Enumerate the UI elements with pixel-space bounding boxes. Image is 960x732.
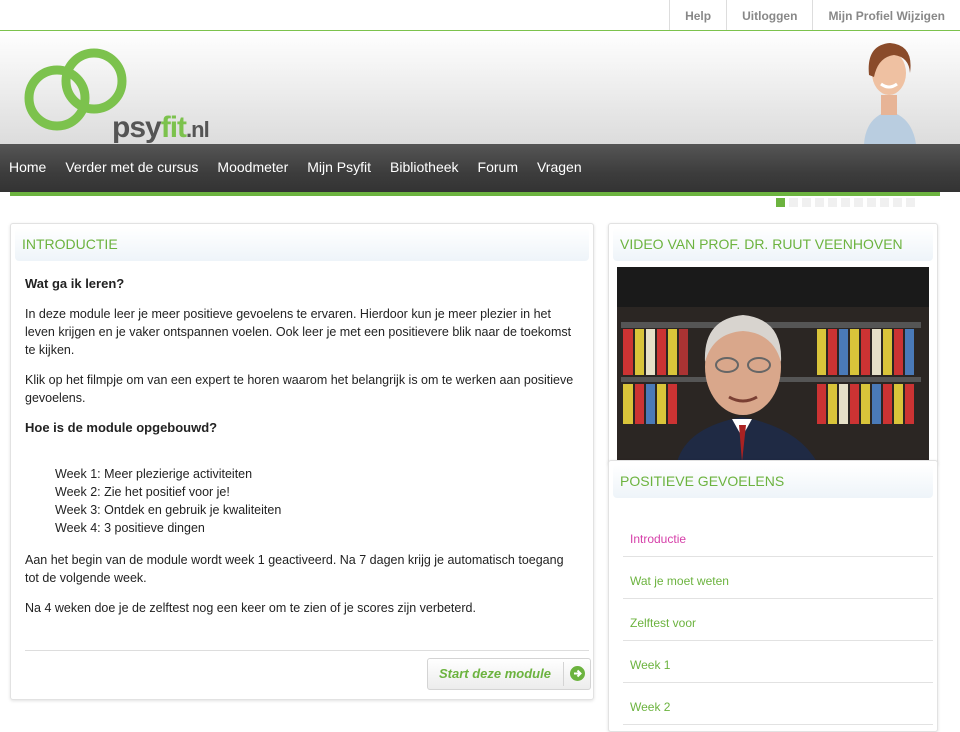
panel-title: INTRODUCTIE	[15, 228, 589, 261]
week-list: Week 1: Meer plezierige activiteiten Wee…	[55, 465, 580, 537]
menu-item-week-1[interactable]: Week 1	[623, 641, 933, 683]
menu-item-what-to-know[interactable]: Wat je moet weten	[623, 557, 933, 599]
menu-item-week-2[interactable]: Week 2	[623, 683, 933, 725]
week-item: Week 1: Meer plezierige activiteiten	[55, 467, 253, 481]
progress-dot	[841, 198, 850, 207]
logo-fit: fit	[160, 111, 187, 144]
introduction-panel: INTRODUCTIE Wat ga ik leren? In deze mod…	[10, 223, 594, 700]
intro-paragraph-2: Klik op het filmpje om van een expert te…	[25, 373, 574, 405]
panel-title: POSITIEVE GEVOELENS	[613, 465, 933, 498]
psyfit-logo[interactable]: psyfit.nl	[22, 41, 222, 144]
woman-photo	[854, 37, 924, 144]
progress-dot	[906, 198, 915, 207]
nav-library[interactable]: Bibliotheek	[380, 144, 468, 192]
progress-dots	[776, 198, 915, 207]
progress-dot	[776, 198, 785, 207]
video-player[interactable]	[617, 267, 929, 462]
edit-profile-link[interactable]: Mijn Profiel Wijzigen	[812, 0, 960, 30]
start-module-button[interactable]: Start deze module	[427, 658, 591, 690]
nav-questions[interactable]: Vragen	[527, 144, 591, 192]
progress-dot	[867, 198, 876, 207]
intro-paragraph-3: Aan het begin van de module wordt week 1…	[25, 553, 564, 585]
nav-continue-course[interactable]: Verder met de cursus	[55, 144, 207, 192]
heading-what-will-i-learn: Wat ga ik leren?	[25, 276, 125, 291]
progress-dot	[815, 198, 824, 207]
menu-item-introduction[interactable]: Introductie	[623, 515, 933, 557]
start-module-label: Start deze module	[439, 666, 551, 681]
panel-title: VIDEO VAN PROF. DR. RUUT VEENHOVEN	[613, 228, 933, 261]
week-item: Week 2: Zie het positief voor je!	[55, 485, 230, 499]
logo-psy: psy	[112, 111, 162, 144]
arrow-right-icon	[570, 666, 585, 681]
progress-dot	[789, 198, 798, 207]
nav-home[interactable]: Home	[0, 144, 55, 192]
logo-nl: .nl	[186, 117, 210, 142]
nav-forum[interactable]: Forum	[468, 144, 527, 192]
logout-link[interactable]: Uitloggen	[726, 0, 812, 30]
module-menu: Introductie Wat je moet weten Zelftest v…	[623, 515, 933, 725]
panel-divider	[25, 650, 589, 651]
main-nav: Home Verder met de cursus Moodmeter Mijn…	[0, 144, 960, 192]
logo-wordmark: psyfit.nl	[112, 111, 210, 145]
module-menu-panel: POSITIEVE GEVOELENS Introductie Wat je m…	[608, 460, 938, 732]
nav-moodmeter[interactable]: Moodmeter	[207, 144, 297, 192]
video-panel: VIDEO VAN PROF. DR. RUUT VEENHOVEN	[608, 223, 938, 465]
help-link[interactable]: Help	[669, 0, 726, 30]
progress-dot	[893, 198, 902, 207]
nav-my-psyfit[interactable]: Mijn Psyfit	[297, 144, 380, 192]
progress-dot	[854, 198, 863, 207]
top-links-bar: Help Uitloggen Mijn Profiel Wijzigen	[0, 0, 960, 31]
week-item: Week 4: 3 positieve dingen	[55, 521, 205, 535]
nav-accent-bar	[10, 192, 940, 196]
button-separator	[563, 662, 564, 686]
intro-paragraph-1: In deze module leer je meer positieve ge…	[25, 307, 572, 357]
introduction-body: Wat ga ik leren? In deze module leer je …	[11, 261, 593, 617]
progress-dot	[880, 198, 889, 207]
intro-paragraph-4: Na 4 weken doe je de zelftest nog een ke…	[25, 601, 476, 615]
progress-dot	[802, 198, 811, 207]
header-banner: psyfit.nl	[0, 31, 960, 144]
video-thumbnail	[617, 267, 929, 462]
menu-item-self-test[interactable]: Zelftest voor	[623, 599, 933, 641]
heading-module-structure: Hoe is de module opgebouwd?	[25, 420, 218, 435]
week-item: Week 3: Ontdek en gebruik je kwaliteiten	[55, 503, 282, 517]
progress-dot	[828, 198, 837, 207]
